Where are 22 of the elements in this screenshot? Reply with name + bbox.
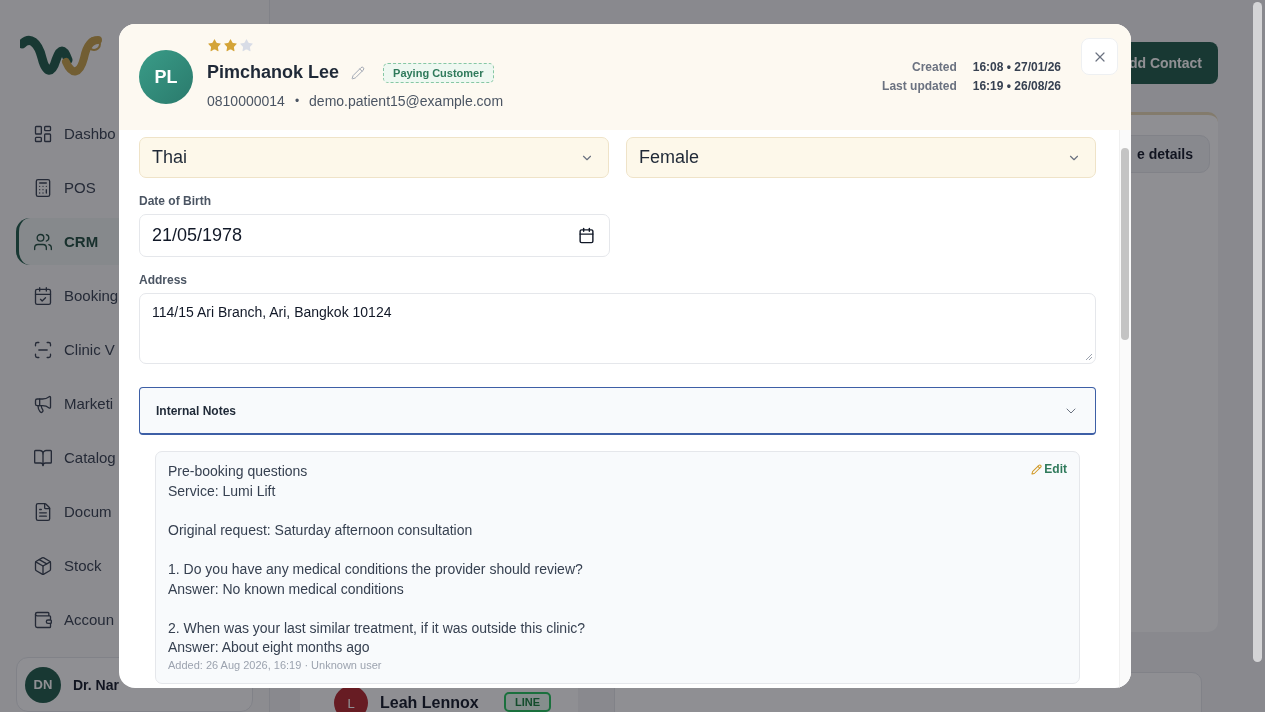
note-footer: Added: 26 Aug 2026, 16:19 · Unknown user [168, 658, 382, 671]
user-avatar: DN [25, 666, 61, 703]
separator-dot: • [294, 94, 300, 108]
chat-avatar: L [334, 686, 368, 712]
contact-name: Pimchanok Lee [207, 62, 340, 83]
email-address: demo.patient15@example.com [309, 93, 504, 109]
field-label: Date of Birth [139, 194, 212, 208]
meta-value: 16:19 • 26/08/26 [972, 79, 1061, 93]
user-name: Dr. Nar [73, 676, 119, 693]
note-text: 2. When was your last similar treatment, if it was outside this clinic? Answer: About eight months ago [168, 618, 586, 658]
contact-avatar: PL [139, 50, 193, 104]
chat-name: Leah Lennox [380, 694, 480, 712]
field-label: Address [139, 273, 189, 287]
meta-label: Created [911, 60, 957, 74]
meta-label: Last updated [882, 79, 957, 93]
meta-value: 16:08 • 27/01/26 [972, 60, 1061, 74]
note-text: Pre-booking questions Service: Lumi Lift [168, 462, 308, 501]
phone-number: 0810000014 [207, 93, 285, 109]
note-text: Original request: Saturday afternoon consultation [168, 520, 473, 540]
customer-tag: Paying Customer [383, 62, 494, 83]
note-text: 1. Do you have any medical conditions the provider should review? Answer: No known medical conditions [168, 559, 583, 599]
channel-tag: LINE [504, 692, 552, 712]
